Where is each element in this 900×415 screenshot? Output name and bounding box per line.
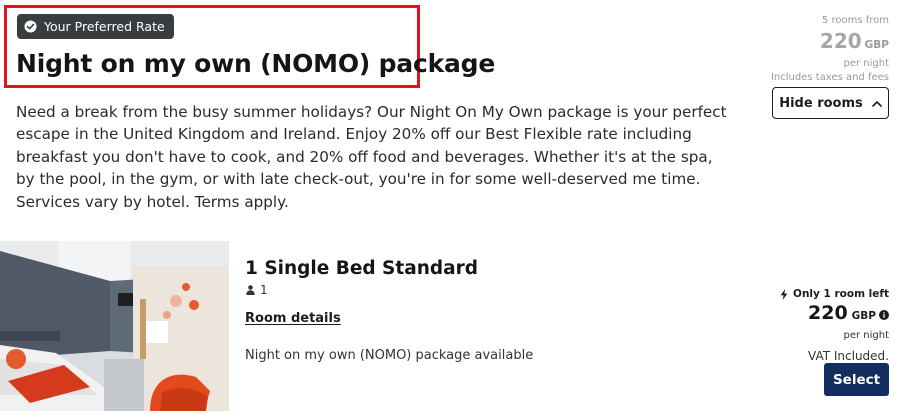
check-circle-icon <box>24 20 37 33</box>
summary-price-currency: GBP <box>864 39 889 51</box>
price-summary: 5 rooms from 220 GBP per night Includes t… <box>719 14 889 85</box>
person-icon <box>246 285 255 295</box>
badge-label: Your Preferred Rate <box>44 19 165 34</box>
chevron-up-icon <box>871 100 882 107</box>
summary-price-amount: 220 <box>819 29 862 53</box>
availability-alert: Only 1 room left <box>729 287 889 301</box>
select-button[interactable]: Select <box>824 363 889 396</box>
info-icon[interactable] <box>879 309 889 320</box>
room-price-amount: 220 <box>808 302 848 324</box>
package-description: Need a break from the busy summer holida… <box>16 103 727 211</box>
availability-alert-label: Only 1 room left <box>793 288 889 300</box>
summary-per-night: per night <box>843 58 889 69</box>
availability-note: Night on my own (NOMO) package available <box>245 348 534 363</box>
rooms-from-label: 5 rooms from <box>821 15 889 26</box>
room-per-night: per night <box>843 330 889 341</box>
room-price: Only 1 room left 220 GBP per night VAT I… <box>729 287 889 364</box>
occupancy-count: 1 <box>260 283 268 297</box>
preferred-rate-badge: Your Preferred Rate <box>17 14 174 39</box>
package-title: Night on my own (NOMO) package <box>16 49 496 78</box>
hide-rooms-label: Hide rooms <box>779 95 863 111</box>
hide-rooms-button[interactable]: Hide rooms <box>772 87 889 119</box>
lightning-icon <box>780 288 788 300</box>
taxes-note: Includes taxes and fees <box>770 72 889 83</box>
occupancy: 1 <box>246 283 268 297</box>
room-photo[interactable] <box>0 241 229 411</box>
room-name: 1 Single Bed Standard <box>245 258 478 279</box>
room-photo-image <box>0 241 229 411</box>
room-price-currency: GBP <box>851 310 876 322</box>
vat-note: VAT Included. <box>808 349 889 363</box>
room-details-link[interactable]: Room details <box>245 311 341 326</box>
